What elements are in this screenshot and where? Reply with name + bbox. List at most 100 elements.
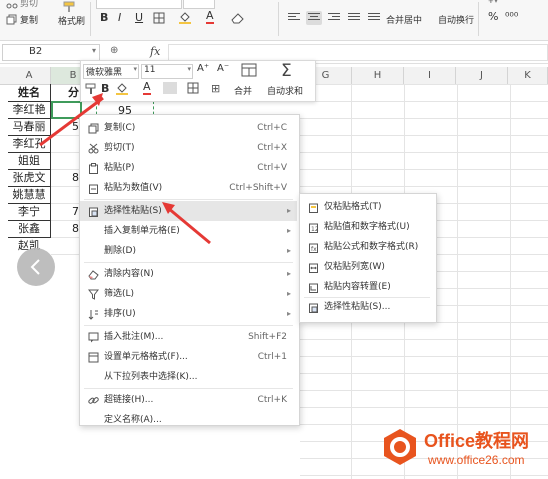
borders-icon[interactable]	[153, 12, 165, 24]
menu-item-14[interactable]: 定义名称(A)...	[80, 410, 297, 430]
cell-a7[interactable]: 姚慧慧	[8, 186, 51, 204]
currency-dropdown-icon[interactable]: ¥▾	[488, 0, 498, 6]
cut-button[interactable]: 剪切	[20, 0, 38, 9]
cell-b2[interactable]	[51, 101, 82, 119]
italic-button[interactable]: I	[118, 11, 121, 24]
menu-item-13[interactable]: 超链接(H)... Ctrl+K	[80, 390, 297, 410]
cell-b10[interactable]	[51, 237, 82, 255]
paste-format-icon	[308, 201, 319, 213]
chevron-right-icon: ▸	[286, 309, 291, 318]
mini-font-size-dropdown[interactable]: 11 ▾	[141, 64, 193, 79]
menu-item-11[interactable]: 设置单元格格式(F)... Ctrl+1	[80, 347, 297, 367]
cell-b3[interactable]: 5	[51, 118, 82, 136]
align-left-button[interactable]	[286, 11, 302, 25]
menu-item-1[interactable]: 剪切(T) Ctrl+X	[80, 138, 297, 158]
cell-b5[interactable]	[51, 152, 82, 170]
merge-center-button[interactable]: 合并居中	[386, 13, 422, 26]
align-right-button[interactable]	[326, 11, 342, 25]
cell-b9[interactable]: 8	[51, 220, 82, 238]
column-header-i[interactable]: I	[404, 67, 456, 85]
copy-icon[interactable]	[6, 14, 18, 26]
submenu-item-1[interactable]: 12 粘贴值和数字格式(U)	[300, 217, 434, 237]
format-painter-button[interactable]: 格式刷	[58, 14, 85, 27]
format-painter-icon[interactable]	[62, 1, 75, 13]
menu-item-8[interactable]: 筛选(L) ▸	[80, 284, 297, 304]
context-menu: 复制(C) Ctrl+C 剪切(T) Ctrl+X 粘贴(P) Ctrl+V 粘贴为数值(V…	[79, 114, 300, 426]
fx-icon[interactable]: fx	[150, 45, 160, 58]
formula-input[interactable]	[168, 44, 548, 61]
menu-item-6[interactable]: 删除(D) ▸	[80, 241, 297, 261]
column-header-k[interactable]: K	[508, 67, 548, 85]
mini-font-name-dropdown[interactable]: 微软雅黑 ▾	[83, 64, 139, 79]
menu-item-9[interactable]: 排序(U) ▸	[80, 304, 297, 324]
menu-item-shortcut: Ctrl+Shift+V	[229, 183, 287, 193]
submenu-item-4[interactable]: 粘贴内容转置(E)	[300, 277, 434, 297]
cell-a3[interactable]: 马春丽	[8, 118, 51, 136]
ribbon-separator	[478, 2, 479, 36]
sum-icon[interactable]: Σ	[281, 61, 292, 81]
submenu-item-0[interactable]: 仅粘贴格式(T)	[300, 197, 434, 217]
autosum-button[interactable]: 自动求和	[267, 84, 303, 97]
menu-item-3[interactable]: 粘贴为数值(V) Ctrl+Shift+V	[80, 178, 297, 198]
menu-item-12[interactable]: 从下拉列表中选择(K)...	[80, 367, 297, 387]
fill-color-icon[interactable]	[178, 11, 191, 24]
paste-special-icon	[308, 301, 319, 313]
insert-icon[interactable]: ⊞	[211, 82, 220, 95]
cell-a4[interactable]: 李红孔	[8, 135, 51, 153]
name-box-value: B2	[29, 46, 43, 57]
cell-a9[interactable]: 张鑫	[8, 220, 51, 238]
merge-icon[interactable]	[241, 63, 257, 80]
submenu-item-3[interactable]: 仅粘贴列宽(W)	[300, 257, 434, 277]
cell-b8[interactable]: 7	[51, 203, 82, 221]
menu-item-2[interactable]: 粘贴(P) Ctrl+V	[80, 158, 297, 178]
align-center-button[interactable]	[306, 11, 322, 25]
menu-item-10[interactable]: 插入批注(M)... Shift+F2	[80, 327, 297, 347]
menu-item-5[interactable]: 插入复制单元格(E) ▸	[80, 221, 297, 241]
merge-button[interactable]: 合并	[234, 84, 252, 97]
grow-font-button[interactable]: A⁺	[197, 63, 209, 74]
cell-a2[interactable]: 李红艳	[8, 101, 51, 119]
back-nav-button[interactable]	[17, 248, 55, 286]
column-header-a[interactable]: A	[8, 67, 51, 85]
font-name-dropdown[interactable]	[96, 0, 182, 9]
font-size-dropdown[interactable]	[183, 0, 215, 9]
shrink-font-button[interactable]: A⁻	[217, 63, 229, 74]
distribute-button[interactable]	[366, 11, 382, 25]
eraser-icon[interactable]	[230, 12, 244, 24]
comma-style-icon[interactable]: ⁰⁰⁰	[505, 10, 518, 23]
font-color-button[interactable]: A	[143, 81, 151, 95]
menu-item-0[interactable]: 复制(C) Ctrl+C	[80, 118, 297, 138]
fill-color-icon[interactable]	[115, 82, 129, 99]
underline-button[interactable]: U	[135, 11, 143, 24]
cut-icon[interactable]	[6, 1, 18, 13]
percent-icon[interactable]: %	[488, 10, 498, 23]
column-header-j[interactable]: J	[456, 67, 508, 85]
cell-a1[interactable]: 姓名	[8, 84, 51, 102]
menu-item-label: 设置单元格格式(F)...	[104, 352, 188, 362]
copy-button[interactable]: 复制	[20, 13, 38, 26]
cell-b7[interactable]	[51, 186, 82, 204]
menu-item-4[interactable]: 选择性粘贴(S) ▸	[80, 201, 297, 221]
menu-item-7[interactable]: 清除内容(N) ▸	[80, 264, 297, 284]
font-color-button[interactable]: A	[206, 10, 214, 24]
column-header-h[interactable]: H	[352, 67, 404, 85]
borders-icon[interactable]	[187, 82, 199, 97]
bold-button[interactable]: B	[101, 82, 109, 95]
align-icon[interactable]	[163, 82, 177, 94]
name-box[interactable]: B2 ▾	[2, 44, 100, 61]
cell-b6[interactable]: 8	[51, 169, 82, 187]
submenu-item-5[interactable]: 选择性粘贴(S)...	[300, 297, 434, 317]
svg-text:fx: fx	[311, 246, 317, 253]
cell-a5[interactable]: 姐姐	[8, 152, 51, 170]
wrap-text-button[interactable]: 自动换行	[438, 13, 474, 26]
justify-button[interactable]	[346, 11, 362, 25]
bold-button[interactable]: B	[100, 11, 108, 24]
submenu-item-2[interactable]: fx 粘贴公式和数字格式(R)	[300, 237, 434, 257]
zoom-icon[interactable]: ⊕	[110, 45, 118, 56]
cell-a6[interactable]: 张虎文	[8, 169, 51, 187]
format-painter-icon[interactable]	[85, 83, 97, 98]
filter-icon	[87, 288, 100, 300]
cell-b1[interactable]: 分	[51, 84, 82, 102]
cell-b4[interactable]	[51, 135, 82, 153]
cell-a8[interactable]: 李宁	[8, 203, 51, 221]
